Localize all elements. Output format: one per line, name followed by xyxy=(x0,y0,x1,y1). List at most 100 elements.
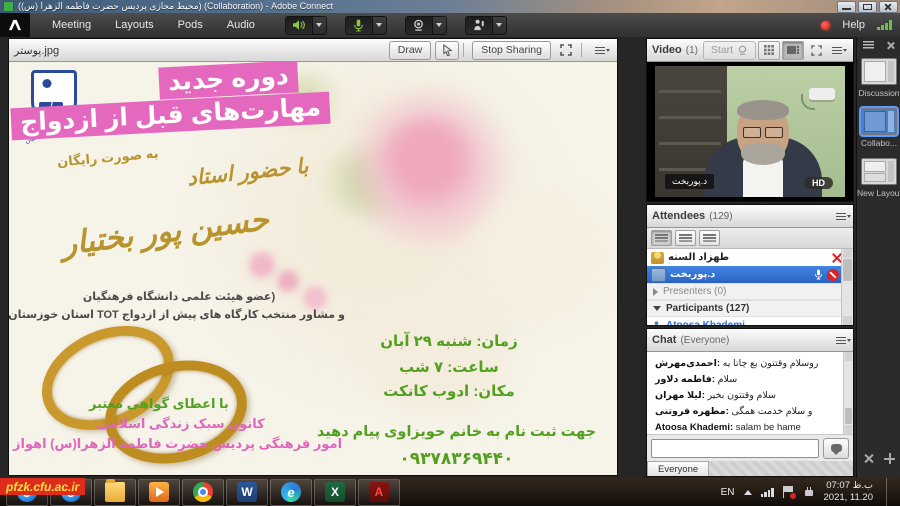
network-signal-icon[interactable] xyxy=(761,488,774,497)
watermark-badge: pfzk.cfu.ac.ir xyxy=(0,478,85,495)
raise-hand-status-button[interactable] xyxy=(465,16,493,35)
taskbar-clock[interactable]: 07:07 ب.ظ 2021, 11.20 xyxy=(824,480,873,504)
bud-blob xyxy=(249,252,275,278)
share-pod-menu-button[interactable] xyxy=(590,42,612,59)
taskbar-word[interactable]: W xyxy=(226,479,268,506)
power-plug-icon[interactable] xyxy=(803,487,815,498)
menubar: Meeting Layouts Pods Audio xyxy=(0,13,900,38)
chat-message-text: salam be hame xyxy=(736,422,801,433)
layout-thumb-new-layout[interactable] xyxy=(861,158,897,185)
stop-sharing-button[interactable]: Stop Sharing xyxy=(472,41,551,60)
video-feed: د.پوربخت HD xyxy=(647,62,853,201)
grid-view-button[interactable] xyxy=(758,41,780,60)
attendee-row-presenter-selected[interactable]: د.پوربخت xyxy=(647,266,853,283)
menu-meeting[interactable]: Meeting xyxy=(40,13,103,37)
add-layout-icon[interactable] xyxy=(884,453,895,464)
window-title: (محیط مجازی پردیس حضرت فاطمه الزهرا (س))… xyxy=(18,1,333,12)
shared-poster-image: دانشگاه فرهنگیان دوره جدید مهارت‌های قبل… xyxy=(9,62,617,475)
attendees-list: طهزاد السنه د.پوربخت xyxy=(647,249,853,325)
microphone-dropdown[interactable] xyxy=(373,16,387,35)
minimize-button[interactable] xyxy=(837,1,856,13)
taskbar-file-explorer[interactable] xyxy=(94,479,136,506)
menu-layouts[interactable]: Layouts xyxy=(103,13,166,37)
attendees-pod-header: Attendees (129) xyxy=(647,205,853,228)
show-desktop-button[interactable] xyxy=(886,478,892,506)
chat-message-text: سلام xyxy=(718,374,738,385)
hd-badge: HD xyxy=(804,177,833,189)
taskbar-edge[interactable]: e xyxy=(270,479,312,506)
start-webcam-button[interactable]: Start xyxy=(703,41,756,60)
layout-close-icon[interactable] xyxy=(886,41,895,50)
menu-pods[interactable]: Pods xyxy=(166,13,215,37)
adobe-logo xyxy=(0,13,30,37)
layout-menu-icon[interactable] xyxy=(863,41,874,49)
fullscreen-button[interactable] xyxy=(555,42,577,59)
attendee-list-view-button[interactable] xyxy=(651,230,672,246)
taskbar-acrobat[interactable]: A xyxy=(358,479,400,506)
status-dropdown[interactable] xyxy=(493,16,507,35)
chat-sender-name: فاطمه دلاور xyxy=(655,374,712,385)
speaker-icon xyxy=(292,19,306,31)
webcam-dropdown[interactable] xyxy=(433,16,447,35)
recording-indicator-icon xyxy=(821,21,830,30)
share-pod: پوستر.jpg Draw Stop Sharing xyxy=(8,38,618,476)
webcam-button[interactable] xyxy=(405,16,433,35)
chat-sender-name: لیلا مهران xyxy=(655,390,702,401)
layout-thumb-collaboration-selected[interactable] xyxy=(861,108,897,135)
presenters-group-row[interactable]: Presenters (0) xyxy=(647,283,853,300)
participants-group-row[interactable]: Participants (127) xyxy=(647,300,853,317)
video-pod-menu-button[interactable] xyxy=(828,42,848,59)
webcam-scene: د.پوربخت HD xyxy=(655,66,845,197)
menu-audio[interactable]: Audio xyxy=(215,13,267,37)
speaker-button[interactable] xyxy=(285,16,313,35)
maximize-button[interactable] xyxy=(858,1,877,13)
chat-scrollbar[interactable] xyxy=(843,352,853,434)
pod-menu-icon[interactable] xyxy=(836,212,848,221)
tab-everyone[interactable]: Everyone xyxy=(647,461,709,476)
connect-tray-icon xyxy=(3,1,14,12)
attendee-grid-view-button[interactable] xyxy=(675,230,696,246)
attendee-status-view-button[interactable] xyxy=(699,230,720,246)
attendee-name: طهزاد السنه xyxy=(668,252,729,263)
adobe-mark-icon xyxy=(8,19,22,31)
clock-meridiem: ب.ظ xyxy=(853,480,873,491)
pod-menu-icon[interactable] xyxy=(836,336,848,345)
chat-message-text: و سلام خدمت همگی xyxy=(731,406,812,417)
taskbar-chrome[interactable] xyxy=(182,479,224,506)
poster-hour: ساعت: ۷ شب xyxy=(329,358,569,376)
action-center-flag-icon[interactable] xyxy=(783,486,794,498)
poster-certificate: با اعطای گواهی معتبر xyxy=(89,396,229,412)
system-tray: EN 07:07 ب.ظ 2021, 11.20 xyxy=(721,478,900,506)
start-webcam-label: Start xyxy=(711,44,733,56)
chat-separator: : xyxy=(730,422,733,433)
chat-pod-header: Chat (Everyone) xyxy=(647,329,853,352)
video-fullscreen-button[interactable] xyxy=(806,42,826,59)
pointer-button[interactable] xyxy=(435,41,459,60)
send-message-button[interactable] xyxy=(823,438,849,459)
close-button[interactable] xyxy=(879,1,898,13)
speaker-dropdown[interactable] xyxy=(313,16,327,35)
poster-credential2: و مشاور منتخب کارگاه های پیش از ازدواج T… xyxy=(9,308,345,321)
pointer-icon xyxy=(442,44,453,56)
microphone-button[interactable] xyxy=(345,16,373,35)
attendee-row-host[interactable]: طهزاد السنه xyxy=(647,249,853,266)
delete-layout-icon[interactable] xyxy=(863,453,874,464)
language-indicator[interactable]: EN xyxy=(721,487,735,498)
filmstrip-view-button[interactable] xyxy=(782,41,804,60)
attendee-name: د.پوربخت xyxy=(670,269,715,280)
microphone-icon xyxy=(353,19,364,32)
draw-button[interactable]: Draw xyxy=(389,41,432,60)
attendees-title: Attendees xyxy=(652,210,705,222)
layout-thumb-discussion[interactable] xyxy=(861,58,897,85)
chat-input[interactable] xyxy=(651,439,819,458)
clock-time: 07:07 xyxy=(826,480,850,491)
word-icon: W xyxy=(237,482,257,502)
poster-credential1: (عضو هیئت علمی دانشگاه فرهنگیان xyxy=(39,290,319,303)
taskbar-media-player[interactable] xyxy=(138,479,180,506)
taskbar-excel[interactable]: X xyxy=(314,479,356,506)
help-menu[interactable]: Help xyxy=(842,19,865,31)
attendees-scrollbar[interactable] xyxy=(841,249,853,325)
attendee-row-participant[interactable]: Atoosa Khademi xyxy=(647,317,853,325)
webcam-icon xyxy=(412,19,425,31)
tray-expand-icon[interactable] xyxy=(744,490,752,495)
